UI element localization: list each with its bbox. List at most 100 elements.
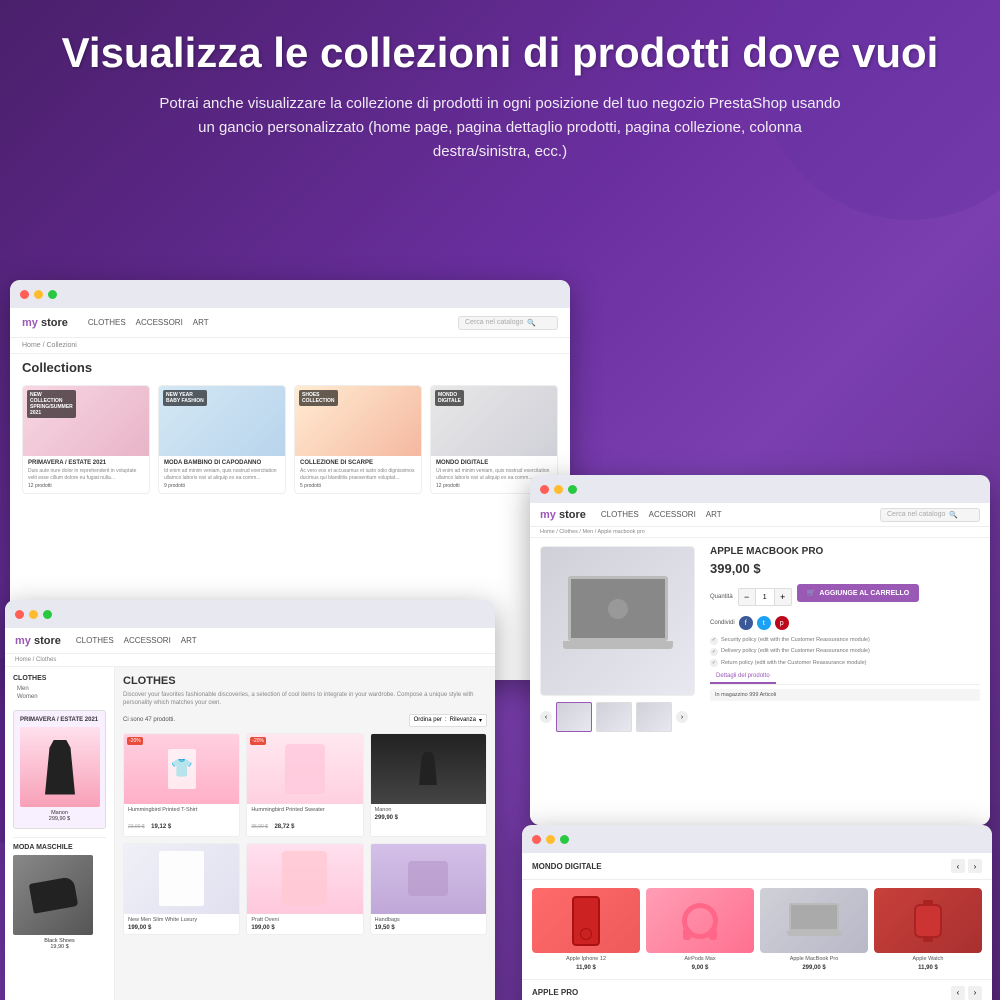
- thumb-1[interactable]: [556, 702, 592, 732]
- next-thumb-button[interactable]: ›: [676, 711, 688, 723]
- old-price-1: 35,90 $: [251, 824, 268, 830]
- product-card-1[interactable]: -20% Hummingbird Printed Sweater 35,90 $…: [246, 733, 363, 837]
- prev-thumb-button[interactable]: ‹: [540, 711, 552, 723]
- qty-increase-button[interactable]: +: [775, 589, 791, 605]
- mini-product-1[interactable]: AirPods Max 9,00 $: [646, 888, 754, 971]
- product-card-4[interactable]: Pratt Oveni 199,00 $: [246, 843, 363, 935]
- section2-next-button[interactable]: ›: [968, 986, 982, 1000]
- mini-product-2[interactable]: Apple MacBook Pro 299,00 $: [760, 888, 868, 971]
- product-card-3[interactable]: New Men Slim White Luxury 199,00 $: [123, 843, 240, 935]
- sidebar-maschile[interactable]: MODA MASCHILE: [13, 844, 106, 851]
- qty-decrease-button[interactable]: −: [739, 589, 755, 605]
- twitter-share-button[interactable]: t: [757, 616, 771, 630]
- cart-icon: 🛒: [807, 589, 816, 597]
- search-icon-3: 🔍: [949, 511, 958, 519]
- nav-clothes-1[interactable]: CLOTHES: [88, 318, 126, 327]
- product-card-0[interactable]: -20% 👕 Hummingbird Printed T-Shirt 23,90…: [123, 733, 240, 837]
- price-2: 299,90 $: [375, 815, 482, 821]
- minimize-dot: [34, 290, 43, 299]
- nav-links-2: CLOTHES ACCESSORI ART: [76, 636, 197, 645]
- nav-accessori-3[interactable]: ACCESSORI: [649, 510, 696, 519]
- delivery-policy: ✓ Delivery policy (edit with the Custome…: [710, 647, 980, 656]
- section1-title: MONDO DIGITALE: [532, 862, 602, 871]
- product-info-1: Hummingbird Printed Sweater 35,90 $ 28,7…: [247, 804, 362, 836]
- close-dot: [20, 290, 29, 299]
- product-tab-details[interactable]: Dettagli del prodotto: [710, 670, 776, 684]
- apple-logo: [608, 599, 628, 619]
- coll-name-2: COLLEZIONE DI SCARPE: [300, 460, 416, 466]
- sort-value: Rilevanza: [450, 717, 476, 723]
- quantity-row: Quantità − 1 + 🛒 AGGIUNGE AL CARRELLO: [710, 584, 980, 610]
- main-panel: CLOTHES Discover your favorites fashiona…: [115, 667, 495, 1000]
- add-to-cart-button[interactable]: 🛒 AGGIUNGE AL CARRELLO: [797, 584, 920, 602]
- thumb-3[interactable]: [636, 702, 672, 732]
- promo-title: PRIMAVERA / ESTATE 2021: [20, 717, 99, 723]
- product-card-2[interactable]: Manon 299,90 $: [370, 733, 487, 837]
- coll-name-3: MONDO DIGITALE: [436, 460, 552, 466]
- nav-clothes-2[interactable]: CLOTHES: [76, 636, 114, 645]
- product-card-5[interactable]: Handbags 19,50 $: [370, 843, 487, 935]
- product-tabs: Dettagli del prodotto: [710, 670, 980, 685]
- section2-title: APPLE PRO: [532, 988, 578, 997]
- nav-accessori-2[interactable]: ACCESSORI: [124, 636, 171, 645]
- share-label: Condividi: [710, 620, 735, 626]
- collection-card-2[interactable]: SHOESCOLLECTION COLLEZIONE DI SCARPE Ac …: [294, 385, 422, 494]
- sidebar-cat-men[interactable]: Men: [13, 686, 106, 692]
- coll-badge-3: MONDODIGITALE: [435, 390, 464, 406]
- promo-img: [20, 727, 100, 807]
- product-detail-name: APPLE MACBOOK PRO: [710, 546, 980, 557]
- sort-selector[interactable]: Ordina per: Rilevanza ▾: [409, 714, 487, 727]
- minimize-dot-4: [546, 835, 555, 844]
- product-img-5: [371, 844, 486, 914]
- bag-icon: [408, 861, 448, 896]
- mini-price-3: 11,90 $: [874, 965, 982, 971]
- sidebar-cat-women[interactable]: Women: [13, 694, 106, 700]
- minimize-dot-3: [554, 485, 563, 494]
- section1-next-button[interactable]: ›: [968, 859, 982, 873]
- nav-links-1: CLOTHES ACCESSORI ART: [88, 318, 209, 327]
- nav-art-1[interactable]: ART: [193, 318, 209, 327]
- mini-product-0[interactable]: Apple Iphone 12 11,90 $: [532, 888, 640, 971]
- laptop-mini-icon: [787, 903, 842, 938]
- search-bar-1[interactable]: Cerca nel catalogo 🔍: [458, 316, 558, 330]
- store-nav-1: my store CLOTHES ACCESSORI ART Cerca nel…: [10, 308, 570, 338]
- sort-bar: Ci sono 47 prodotti. Ordina per: Rilevan…: [123, 714, 487, 727]
- win2-body: CLOTHES Men Women PRIMAVERA / ESTATE 202…: [5, 667, 495, 1000]
- product-detail-window: my store CLOTHES ACCESSORI ART Cerca nel…: [530, 475, 990, 825]
- nav-clothes-3[interactable]: CLOTHES: [601, 510, 639, 519]
- nav-art-2[interactable]: ART: [181, 636, 197, 645]
- coll-desc-0: Duis aute irure dolor in reprehenderit i…: [28, 468, 144, 481]
- thumb-2[interactable]: [596, 702, 632, 732]
- store-logo-3: my store: [540, 509, 586, 521]
- main-product-image: [540, 546, 695, 696]
- sort-label: Ordina per: [414, 717, 442, 723]
- product-detail-price: 399,00 $: [710, 561, 980, 576]
- page-subtitle: Potrai anche visualizzare la collezione …: [150, 92, 850, 164]
- search-bar-3[interactable]: Cerca nel catalogo 🔍: [880, 508, 980, 522]
- products-grid-2: -20% 👕 Hummingbird Printed T-Shirt 23,90…: [123, 733, 487, 935]
- nav-art-3[interactable]: ART: [706, 510, 722, 519]
- mini-name-3: Apple Watch: [874, 956, 982, 963]
- mini-product-3[interactable]: Apple Watch 11,90 $: [874, 888, 982, 971]
- facebook-share-button[interactable]: f: [739, 616, 753, 630]
- search-icon: 🔍: [527, 319, 536, 327]
- mini-name-2: Apple MacBook Pro: [760, 956, 868, 963]
- sidebar-promo: PRIMAVERA / ESTATE 2021 Manon 299,90 $: [13, 710, 106, 829]
- clothes-desc: Discover your favorites fashionable disc…: [123, 691, 487, 708]
- nav-accessori-1[interactable]: ACCESSORI: [136, 318, 183, 327]
- product-badge-1: -20%: [250, 737, 266, 745]
- return-check-icon: ✓: [710, 659, 718, 667]
- section2-prev-button[interactable]: ‹: [951, 986, 965, 1000]
- pinterest-share-button[interactable]: p: [775, 616, 789, 630]
- product-pricing-0: 23,90 $ 19,12 $: [128, 815, 235, 833]
- shoe-icon: [28, 876, 78, 913]
- mini-price-1: 9,00 $: [646, 965, 754, 971]
- breadcrumb-1: Home / Collezioni: [10, 338, 570, 354]
- collection-card-1[interactable]: NEW YEARBABY FASHION MODA BAMBINO DI CAP…: [158, 385, 286, 494]
- sidebar-cat-clothes[interactable]: CLOTHES: [13, 675, 106, 682]
- section1-prev-button[interactable]: ‹: [951, 859, 965, 873]
- price-4: 199,00 $: [251, 925, 358, 931]
- share-row: Condividi f t p: [710, 616, 980, 630]
- qty-value: 1: [755, 589, 775, 605]
- collection-card-0[interactable]: NEWCOLLECTIONSPRING/SUMMER2021 PRIMAVERA…: [22, 385, 150, 494]
